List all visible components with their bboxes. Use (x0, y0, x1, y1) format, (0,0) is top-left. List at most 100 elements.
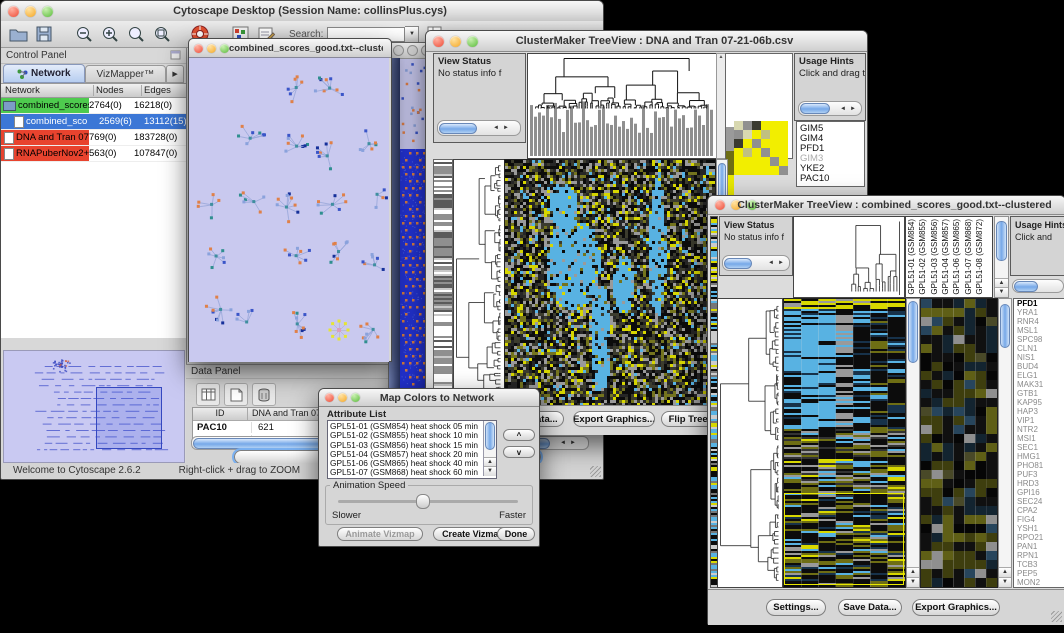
matrix-cell[interactable] (752, 130, 761, 139)
zoom-out-icon[interactable] (73, 24, 95, 45)
gene-list-item[interactable]: PUF3 (1017, 470, 1064, 479)
gene-list-item[interactable]: RPO21 (1017, 533, 1064, 542)
column-dendrogram[interactable] (528, 54, 714, 156)
overview-viewport-rect[interactable] (96, 387, 162, 449)
delete-attribute-icon[interactable] (252, 383, 276, 406)
resize-grip[interactable] (590, 466, 601, 477)
matrix-cell[interactable] (761, 130, 770, 139)
matrix-cell[interactable] (743, 121, 752, 130)
tab-network[interactable]: Network (3, 64, 85, 83)
matrix-cell[interactable] (770, 139, 779, 148)
matrix-cell[interactable] (779, 148, 788, 157)
attribute-listbox[interactable]: GPL51-01 (GSM854) heat shock 05 min GPL51… (327, 420, 497, 479)
network-list-row[interactable]: combined_sco2569(6)13112(15) (1, 114, 186, 130)
matrix-cell[interactable] (761, 139, 770, 148)
gene-list-item[interactable]: GIM5 (800, 124, 864, 134)
gene-list-item[interactable]: PAN1 (1017, 542, 1064, 551)
close-icon[interactable] (433, 36, 444, 47)
matrix-cell[interactable] (734, 157, 743, 166)
matrix-cell[interactable] (752, 139, 761, 148)
matrix-cell[interactable] (770, 157, 779, 166)
gene-list-item[interactable]: BUD4 (1017, 362, 1064, 371)
matrix-cell[interactable] (743, 139, 752, 148)
matrix-cell[interactable] (779, 166, 788, 175)
gene-list-item[interactable]: ELG1 (1017, 371, 1064, 380)
close-icon[interactable] (194, 44, 203, 53)
gene-list-item[interactable]: HMG1 (1017, 452, 1064, 461)
gene-list-item[interactable]: HRD3 (1017, 479, 1064, 488)
animate-vizmap-button[interactable]: Animate Vizmap (337, 527, 423, 541)
resize-grip[interactable] (1051, 611, 1062, 622)
network-list-row[interactable]: RNAPuberNov2+563(0)107847(0) (1, 146, 186, 162)
heatmap-selection-rect[interactable] (784, 493, 904, 585)
gene-list-item[interactable]: MSI1 (1017, 434, 1064, 443)
done-button[interactable]: Done (497, 527, 535, 541)
matrix-cell[interactable] (761, 148, 770, 157)
search-dropdown-icon[interactable]: ▼ (405, 26, 419, 43)
network-canvas-area[interactable] (189, 57, 389, 362)
matrix-cell[interactable] (743, 148, 752, 157)
column-header-network[interactable]: Network (1, 85, 93, 96)
settings-button[interactable]: Settings... (766, 599, 826, 616)
zoom-window-icon[interactable] (220, 44, 229, 53)
gene-list-item[interactable]: MON2 (1017, 578, 1064, 587)
matrix-cell[interactable] (761, 121, 770, 130)
gene-list-item[interactable]: FIG4 (1017, 515, 1064, 524)
zoom-vscrollbar[interactable]: ▲▼ (998, 298, 1012, 588)
zoomed-heatmap-canvas[interactable] (920, 298, 998, 588)
gene-list-item[interactable]: RPN1 (1017, 551, 1064, 560)
matrix-cell[interactable] (770, 166, 779, 175)
gene-list-item[interactable]: MAK31 (1017, 380, 1064, 389)
matrix-cell[interactable] (770, 121, 779, 130)
matrix-cell[interactable] (752, 166, 761, 175)
gene-list-item[interactable]: CLN1 (1017, 344, 1064, 353)
view-status-scrollbar[interactable]: ◄► (437, 120, 521, 136)
attribute-list-item[interactable]: GPL51-04 (GSM857) heat shock 20 min (328, 450, 483, 459)
heatmap-vscrollbar[interactable]: ▲▼ (906, 298, 920, 588)
similarity-matrix[interactable] (734, 121, 788, 175)
matrix-cell[interactable] (752, 148, 761, 157)
gene-list-item[interactable]: PHO81 (1017, 461, 1064, 470)
column-labels-vscrollbar[interactable]: ▲▼ (994, 216, 1009, 298)
attribute-select-icon[interactable] (196, 383, 220, 406)
gene-list-item[interactable]: PAC10 (800, 174, 864, 184)
float-panel-icon[interactable] (170, 47, 181, 65)
close-icon[interactable] (393, 45, 404, 56)
column-header-edges[interactable]: Edges (141, 85, 186, 96)
network-overview-panel[interactable] (3, 350, 185, 463)
gene-list-item[interactable]: SEC1 (1017, 443, 1064, 452)
matrix-cell[interactable] (734, 139, 743, 148)
gene-list-item[interactable]: NIS1 (1017, 353, 1064, 362)
zoom-selected-icon[interactable] (125, 24, 147, 45)
matrix-cell[interactable] (752, 121, 761, 130)
network-canvas[interactable] (189, 58, 389, 362)
gene-list-item[interactable]: PFD1 (1017, 299, 1064, 308)
minimize-icon[interactable] (207, 44, 216, 53)
gene-list-item[interactable]: YKE2 (800, 164, 864, 174)
matrix-cell[interactable] (734, 121, 743, 130)
gene-list-item[interactable]: HAP3 (1017, 407, 1064, 416)
matrix-cell[interactable] (761, 157, 770, 166)
attribute-list-item[interactable]: GPL51-01 (GSM854) heat shock 05 min (328, 422, 483, 431)
matrix-cell[interactable] (734, 166, 743, 175)
attribute-list-item[interactable]: GPL51-07 (GSM868) heat shock 60 min (328, 468, 483, 477)
close-icon[interactable] (8, 6, 19, 17)
create-attribute-icon[interactable] (224, 383, 248, 406)
tab-overflow-button[interactable]: ▶ (166, 65, 184, 83)
network-list-row[interactable]: DNA and Tran 07769(0)183728(0) (1, 130, 186, 146)
matrix-cell[interactable] (779, 130, 788, 139)
zoom-in-icon[interactable] (99, 24, 121, 45)
export-graphics-button[interactable]: Export Graphics... (573, 411, 655, 427)
matrix-cell[interactable] (743, 157, 752, 166)
tab-vizmapper[interactable]: VizMapper™ (85, 65, 167, 83)
close-icon[interactable] (715, 200, 725, 210)
view-status-scrollbar[interactable]: ◄► (722, 255, 790, 271)
gene-list-item[interactable]: CPA2 (1017, 506, 1064, 515)
main-title-bar[interactable]: Cytoscape Desktop (Session Name: collins… (1, 1, 603, 22)
gene-list-item[interactable]: GPI16 (1017, 488, 1064, 497)
move-down-button[interactable]: v (503, 446, 535, 458)
save-session-icon[interactable] (33, 24, 55, 45)
minimize-icon[interactable] (407, 45, 418, 56)
attribute-list-item[interactable]: GPL51-03 (GSM856) heat shock 15 min (328, 441, 483, 450)
gene-list-item[interactable]: GTB1 (1017, 389, 1064, 398)
